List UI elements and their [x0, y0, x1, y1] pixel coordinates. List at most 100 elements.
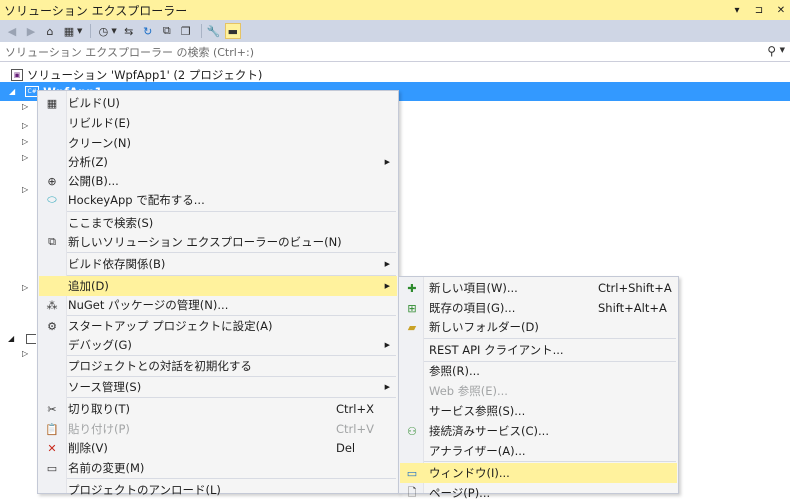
- dropdown-arrow-icon[interactable]: ▾: [730, 5, 744, 16]
- menu-item-label: REST API クライアント...: [429, 343, 564, 357]
- globe-icon: ⊕: [47, 174, 57, 188]
- menu-item-shortcut: Ctrl+V: [336, 422, 374, 436]
- delete-icon: ✕: [47, 441, 57, 455]
- submenu-arrow-icon: ▶: [384, 383, 390, 391]
- menu-item-shortcut: Ctrl+X: [336, 402, 374, 416]
- submenu-arrow-icon: ▶: [384, 341, 390, 349]
- search-input[interactable]: [0, 42, 767, 63]
- menu-item-label: ビルド依存関係(B): [68, 257, 166, 271]
- menu-separator: [424, 461, 676, 462]
- back-arrow-icon[interactable]: ◀: [4, 23, 20, 39]
- menu-item-clean[interactable]: クリーン(N): [39, 133, 397, 153]
- rename-icon: ▭: [46, 461, 58, 475]
- search-icon[interactable]: ⚲: [767, 44, 776, 58]
- menu-item-analyze[interactable]: 分析(Z) ▶: [39, 152, 397, 172]
- pending-changes-filter-icon[interactable]: ◷: [95, 23, 111, 39]
- new-view-icon: ⧉: [48, 235, 56, 248]
- submenu-item-web-reference[interactable]: Web 参照(E)...: [400, 381, 677, 401]
- menu-item-label: 新しい項目(W)...: [429, 281, 518, 295]
- sync-with-document-icon[interactable]: ⇆: [121, 23, 137, 39]
- expand-arrow-icon[interactable]: ◢: [9, 87, 15, 96]
- menu-item-hockeyapp[interactable]: ⬭ HockeyApp で配布する...: [39, 190, 397, 210]
- menu-item-add[interactable]: 追加(D) ▶: [39, 276, 397, 296]
- submenu-item-new-item[interactable]: ✚ 新しい項目(W)... Ctrl+Shift+A: [400, 278, 677, 298]
- context-menu: ▦ ビルド(U) リビルド(E) クリーン(N) 分析(Z) ▶ ⊕ 公開(B)…: [37, 90, 399, 497]
- menu-item-shortcut: Del: [336, 441, 356, 455]
- hockeyapp-icon: ⬭: [47, 193, 57, 206]
- menu-separator: [67, 478, 396, 479]
- menu-item-new-solution-explorer-view[interactable]: ⧉ 新しいソリューション エクスプローラーのビュー(N): [39, 232, 397, 252]
- preview-selected-item-icon[interactable]: ▬: [224, 23, 241, 39]
- submenu-item-new-folder[interactable]: ▰ 新しいフォルダー(D): [400, 317, 677, 337]
- window-icon: ▭: [406, 466, 418, 480]
- properties-wrench-icon[interactable]: 🔧: [206, 23, 222, 39]
- submenu-item-analyzer[interactable]: アナライザー(A)...: [400, 441, 677, 461]
- menu-item-shortcut: Ctrl+Shift+A: [598, 281, 672, 295]
- existing-item-icon: ⊞: [407, 301, 417, 315]
- menu-item-scope-to-this[interactable]: ここまで検索(S): [39, 213, 397, 233]
- menu-item-label: 新しいソリューション エクスプローラーのビュー(N): [68, 235, 342, 249]
- menu-item-label: 名前の変更(M): [68, 461, 145, 475]
- menu-item-label: HockeyApp で配布する...: [68, 193, 205, 207]
- submenu-arrow-icon: ▶: [384, 260, 390, 268]
- solution-label: ソリューション 'WpfApp1' (2 プロジェクト): [27, 68, 263, 82]
- expand-arrow-icon[interactable]: ▷: [22, 283, 28, 292]
- chevron-down-icon[interactable]: ▼: [111, 27, 116, 35]
- submenu-item-page[interactable]: 🗋 ページ(P)...: [400, 483, 677, 503]
- page-icon: 🗋: [407, 485, 417, 499]
- submenu-item-existing-item[interactable]: ⊞ 既存の項目(G)... Shift+Alt+A: [400, 298, 677, 318]
- menu-item-label: 既存の項目(G)...: [429, 301, 516, 315]
- show-all-files-icon[interactable]: ❐: [178, 23, 194, 39]
- expand-arrow-icon[interactable]: ▷: [22, 349, 28, 358]
- collapse-arrow-icon[interactable]: ◢: [8, 334, 14, 343]
- expand-arrow-icon[interactable]: ▷: [22, 102, 28, 111]
- collapse-all-icon[interactable]: ⧉: [159, 23, 175, 39]
- menu-item-label: 貼り付け(P): [68, 422, 130, 436]
- build-icon: ▦: [46, 96, 58, 110]
- switch-views-icon[interactable]: ▦: [61, 23, 77, 39]
- menu-item-label: Web 参照(E)...: [429, 384, 508, 398]
- menu-item-label: ページ(P)...: [429, 486, 491, 500]
- new-folder-icon: ▰: [407, 320, 417, 334]
- submenu-arrow-icon: ▶: [384, 158, 390, 166]
- chevron-down-icon[interactable]: ▼: [780, 46, 785, 54]
- menu-item-publish[interactable]: ⊕ 公開(B)...: [39, 171, 397, 191]
- menu-item-label: NuGet パッケージの管理(N)...: [68, 298, 229, 312]
- menu-item-debug[interactable]: デバッグ(G) ▶: [39, 335, 397, 355]
- menu-item-label: サービス参照(S)...: [429, 404, 526, 418]
- menu-item-set-startup[interactable]: ⚙ スタートアップ プロジェクトに設定(A): [39, 316, 397, 336]
- menu-item-delete[interactable]: ✕ 削除(V) Del: [39, 438, 397, 458]
- menu-item-cut[interactable]: ✂ 切り取り(T) Ctrl+X: [39, 399, 397, 419]
- menu-item-shortcut: Shift+Alt+A: [598, 301, 667, 315]
- forward-arrow-icon[interactable]: ▶: [23, 23, 39, 39]
- submenu-item-rest-api-client[interactable]: REST API クライアント...: [400, 340, 677, 360]
- expand-arrow-icon[interactable]: ▷: [22, 185, 28, 194]
- menu-item-rename[interactable]: ▭ 名前の変更(M): [39, 458, 397, 478]
- menu-item-label: ここまで検索(S): [68, 216, 154, 230]
- menu-item-rebuild[interactable]: リビルド(E): [39, 113, 397, 133]
- menu-item-source-control[interactable]: ソース管理(S) ▶: [39, 377, 397, 397]
- menu-item-label: ソース管理(S): [68, 380, 142, 394]
- close-icon[interactable]: ✕: [774, 5, 788, 16]
- search-bar: ⚲ ▼: [0, 42, 790, 63]
- expand-arrow-icon[interactable]: ▷: [22, 153, 28, 162]
- submenu-item-connected-service[interactable]: ⚇ 接続済みサービス(C)...: [400, 421, 677, 441]
- menu-item-build-dependencies[interactable]: ビルド依存関係(B) ▶: [39, 254, 397, 274]
- menu-item-manage-nuget[interactable]: ⁂ NuGet パッケージの管理(N)...: [39, 295, 397, 315]
- menu-item-build[interactable]: ▦ ビルド(U): [39, 93, 397, 113]
- menu-item-label: 追加(D): [68, 279, 109, 293]
- menu-item-unload-project[interactable]: プロジェクトのアンロード(L): [39, 480, 397, 500]
- submenu-item-window[interactable]: ▭ ウィンドウ(I)...: [400, 463, 677, 483]
- menu-item-initialize-interactive[interactable]: プロジェクトとの対話を初期化する: [39, 356, 397, 376]
- menu-item-paste[interactable]: 📋 貼り付け(P) Ctrl+V: [39, 419, 397, 439]
- submenu-item-reference[interactable]: 参照(R)...: [400, 361, 677, 381]
- home-icon[interactable]: ⌂: [42, 23, 58, 39]
- expand-arrow-icon[interactable]: ▷: [22, 121, 28, 130]
- expand-arrow-icon[interactable]: ▷: [22, 137, 28, 146]
- chevron-down-icon[interactable]: ▼: [77, 27, 82, 35]
- pin-icon[interactable]: ⊐: [752, 5, 766, 16]
- menu-item-label: スタートアップ プロジェクトに設定(A): [68, 319, 273, 333]
- refresh-icon[interactable]: ↻: [140, 23, 156, 39]
- submenu-item-service-reference[interactable]: サービス参照(S)...: [400, 401, 677, 421]
- window-buttons: ▾ ⊐ ✕: [730, 0, 788, 20]
